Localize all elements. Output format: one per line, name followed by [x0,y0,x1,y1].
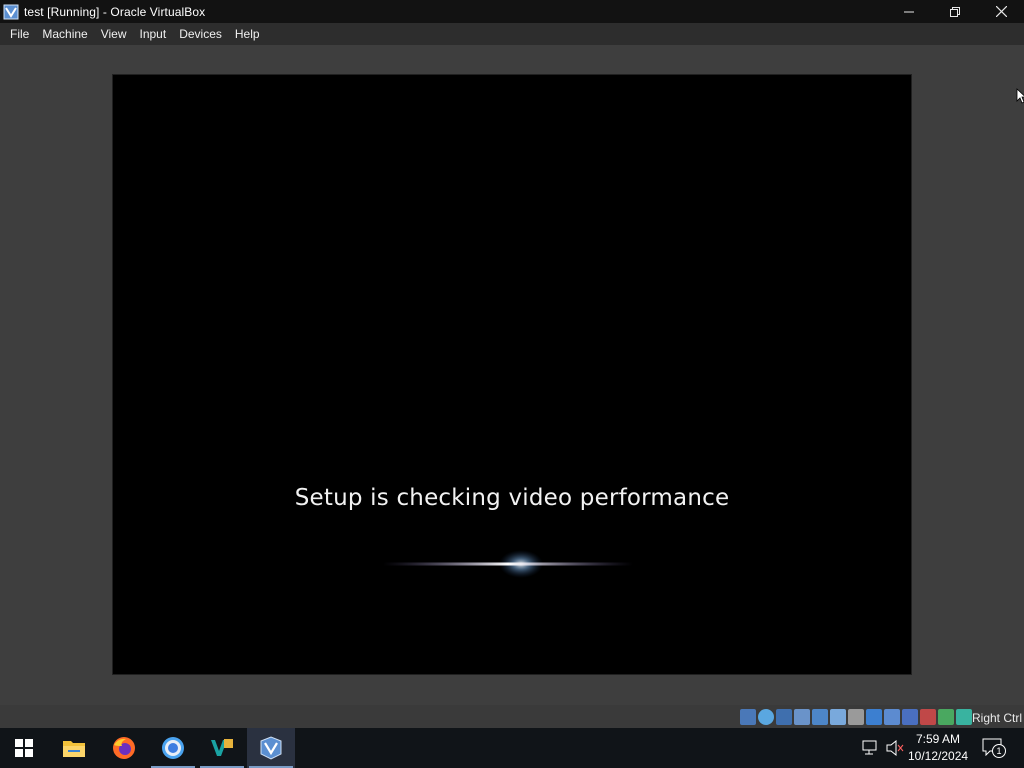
vbox-status-bar: Right Ctrl [0,705,1024,730]
taskbar-file-explorer[interactable] [50,728,98,768]
virtualbox-icon [260,736,282,760]
restore-button[interactable] [932,0,978,23]
vm-screen[interactable]: Setup is checking video performance [113,75,911,674]
start-button[interactable] [0,728,48,768]
usb-icon[interactable] [830,709,846,725]
taskbar-clock[interactable]: 7:59 AM 10/12/2024 [908,731,968,765]
restore-icon [950,6,960,17]
mouse-cursor-icon [1016,88,1024,104]
shared-folders-icon[interactable] [848,709,864,725]
video-capture-icon[interactable] [884,709,900,725]
audio-icon[interactable] [794,709,810,725]
display-icon[interactable] [866,709,882,725]
windows-start-icon [15,739,33,757]
network-icon[interactable] [862,740,880,756]
close-icon [995,6,1007,17]
optical-drive-icon[interactable] [758,709,774,725]
notification-count: 1 [992,744,1006,758]
virtualbox-icon [3,4,19,20]
taskbar-vs[interactable] [198,728,246,768]
host-key-label: Right Ctrl [971,711,1022,725]
volume-muted-icon[interactable] [886,740,904,756]
minimize-button[interactable] [886,0,932,23]
taskbar-chrome[interactable] [149,728,197,768]
file-explorer-icon [63,741,85,757]
chrome-icon [162,737,184,759]
taskbar-virtualbox[interactable] [247,728,295,768]
minimize-icon [904,11,914,12]
clock-time: 7:59 AM [915,732,961,746]
menu-machine[interactable]: Machine [35,23,93,45]
floppy-icon[interactable] [776,709,792,725]
menu-devices[interactable]: Devices [172,23,228,45]
firefox-icon [113,737,135,759]
network-icon[interactable] [812,709,828,725]
loading-glow-icon [383,550,633,578]
vm-display-area: Setup is checking video performance [0,45,1024,705]
vs-icon [211,739,233,756]
keyboard-capture-icon[interactable] [956,709,972,725]
taskbar-firefox[interactable] [100,728,148,768]
menu-help[interactable]: Help [228,23,266,45]
clock-date: 10/12/2024 [908,749,969,763]
menu-view[interactable]: View [94,23,133,45]
mouse-integration-icon[interactable] [938,709,954,725]
windows-taskbar: 7:59 AM 10/12/2024 1 [0,728,1024,768]
menu-bar: File Machine View Input Devices Help [0,23,1024,45]
menu-input[interactable]: Input [133,23,173,45]
setup-message: Setup is checking video performance [294,485,730,511]
hard-disk-icon[interactable] [740,709,756,725]
title-bar: test [Running] - Oracle VirtualBox [0,0,1024,23]
guest-additions-icon[interactable] [920,709,936,725]
window-title: test [Running] - Oracle VirtualBox [24,4,206,19]
virtualization-icon[interactable] [902,709,918,725]
notification-center-button[interactable]: 1 [982,738,1006,758]
close-button[interactable] [978,0,1024,23]
menu-file[interactable]: File [0,23,35,45]
